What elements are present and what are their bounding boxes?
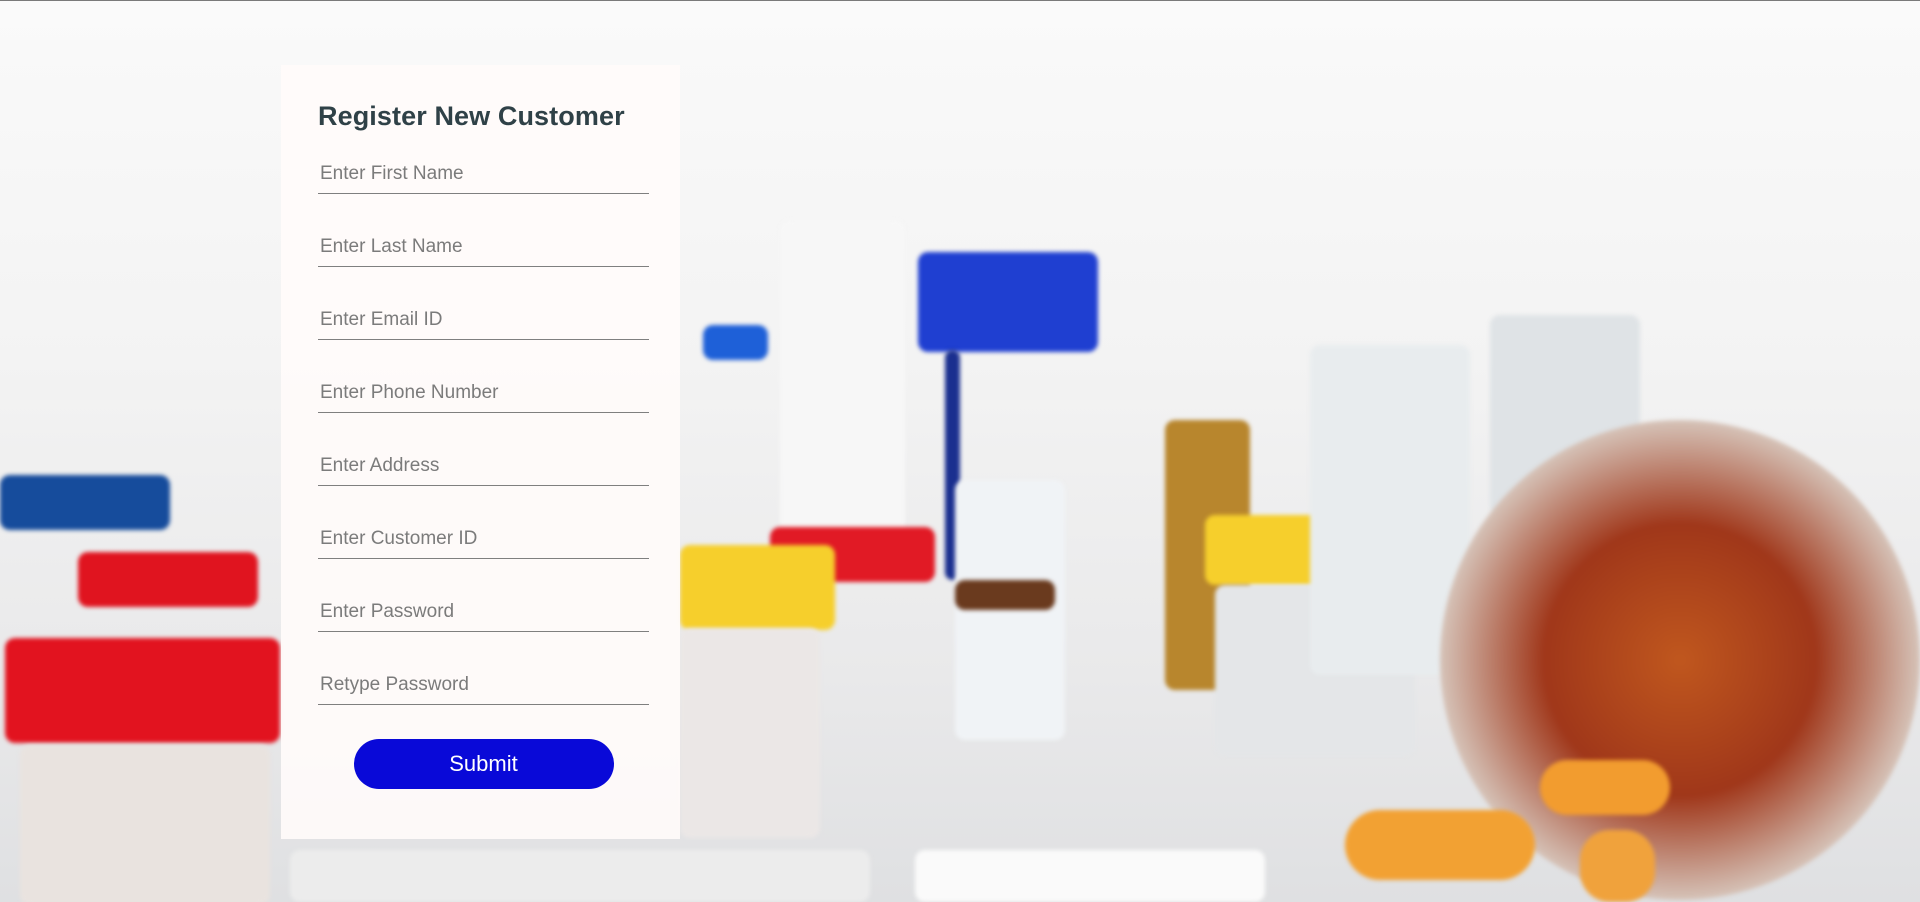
bottle-cap-blue-small — [703, 325, 768, 360]
pills-orange-3 — [1580, 830, 1655, 902]
submit-wrapper: Submit — [318, 739, 649, 789]
bottle-cap-blue-center — [918, 252, 1098, 352]
first-name-input[interactable] — [318, 154, 649, 194]
email-input[interactable] — [318, 300, 649, 340]
pills-orange-2 — [1540, 760, 1670, 815]
bottle-white-label — [955, 480, 1065, 740]
bottle-clear-center — [680, 628, 820, 838]
last-name-input[interactable] — [318, 227, 649, 267]
last-name-field-wrapper — [318, 227, 649, 268]
customer-id-field-wrapper — [318, 519, 649, 560]
email-field-wrapper — [318, 300, 649, 341]
form-fields — [318, 154, 649, 706]
pills-orange — [1345, 810, 1535, 880]
address-field-wrapper — [318, 446, 649, 487]
bottle-brown-cap — [955, 580, 1055, 610]
password-input[interactable] — [318, 592, 649, 632]
customer-id-input[interactable] — [318, 519, 649, 559]
form-title: Register New Customer — [318, 101, 625, 131]
phone-field-wrapper — [318, 373, 649, 414]
submit-button[interactable]: Submit — [353, 739, 614, 789]
bottle-lid-white — [915, 850, 1265, 902]
bottle-cap-blue-left — [0, 475, 170, 530]
address-input[interactable] — [318, 446, 649, 486]
bottle-cap-yellow-center — [680, 545, 835, 630]
password-field-wrapper — [318, 592, 649, 633]
phone-input[interactable] — [318, 373, 649, 413]
bottle-cap-red-large — [5, 638, 280, 743]
retype-password-field-wrapper — [318, 665, 649, 706]
top-border — [0, 0, 1920, 1]
bottle-jar-left — [20, 745, 270, 902]
retype-password-input[interactable] — [318, 665, 649, 705]
first-name-field-wrapper — [318, 154, 649, 195]
pills-white — [290, 850, 870, 902]
register-form-card: Register New Customer Submit — [281, 65, 680, 839]
bottle-cap-red-left — [78, 552, 258, 607]
bottle-tall-white — [780, 220, 905, 550]
